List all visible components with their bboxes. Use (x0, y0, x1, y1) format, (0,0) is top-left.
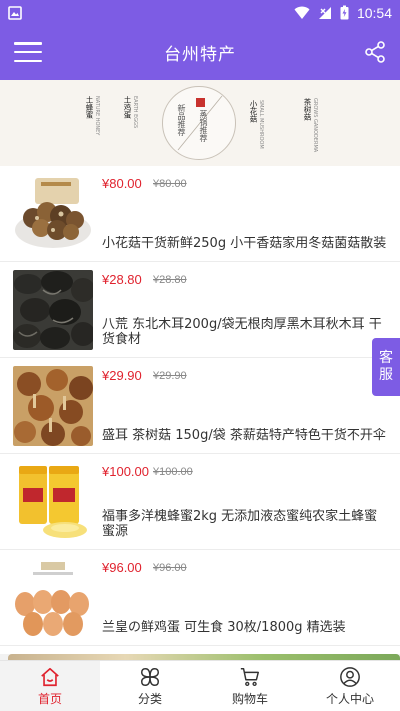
menu-button[interactable] (14, 40, 42, 64)
page-title: 台州特产 (164, 45, 236, 65)
product-name: 兰皇の鲜鸡蛋 可生食 30枚/1800g 精选装 (102, 620, 346, 635)
product-image (13, 174, 93, 254)
category-icon (141, 667, 159, 686)
product-image (13, 366, 93, 446)
product-original-price: ¥80.00 (153, 178, 187, 190)
tab-category[interactable]: 分类 (100, 661, 200, 711)
service-label-1: 客 (379, 350, 393, 366)
cart-icon (240, 667, 259, 686)
tab-profile[interactable]: 个人中心 (300, 661, 400, 711)
product-image (13, 270, 93, 350)
banner-label-steamer: 蒸锅推荐 (199, 110, 208, 142)
product-price: ¥100.00 (102, 464, 149, 479)
banner-sub-egg: EARTH EGGS (132, 96, 138, 129)
tab-home-label: 首页 (37, 691, 62, 706)
product-image (13, 462, 93, 542)
menu-icon (14, 42, 42, 45)
product-item[interactable]: ¥80.00 ¥80.00 小花菇干货新鲜250g 小干香菇家用冬菇菌菇散装 (0, 166, 400, 262)
tab-cart[interactable]: 购物车 (200, 661, 300, 711)
app-bar: 台州特产 (0, 25, 400, 80)
product-item[interactable]: ¥28.80 ¥28.80 八荒 东北木耳200g/袋无根肉厚黑木耳秋木耳 干货… (0, 262, 400, 358)
product-item[interactable]: ¥100.00 ¥100.00 福事多洋槐蜂蜜2kg 无添加液态蜜纯农家土蜂蜜 … (0, 454, 400, 550)
product-price: ¥96.00 (102, 560, 142, 575)
wifi-icon (294, 6, 310, 19)
banner-sub-tea-mushroom: GROWS GANODERMA (312, 98, 318, 153)
status-time: 10:54 (356, 4, 392, 21)
battery-icon (340, 5, 349, 20)
share-icon[interactable] (362, 39, 388, 65)
product-original-price: ¥100.00 (153, 466, 193, 478)
product-original-price: ¥28.80 (153, 274, 187, 286)
user-icon (340, 666, 360, 687)
banner-sub-mushroom: SMALL MUSHROOM (258, 100, 264, 149)
product-price: ¥29.90 (102, 368, 142, 383)
category-banner[interactable]: 土蜂蜜 NATURE HONEY 土鸡蛋 EARTH EGGS 新品推荐 蒸锅推… (0, 80, 400, 166)
home-icon (41, 667, 59, 686)
banner-sub-honey: NATURE HONEY (94, 96, 100, 136)
product-original-price: ¥96.00 (153, 562, 187, 574)
tab-profile-label: 个人中心 (325, 691, 374, 706)
tab-home[interactable]: 首页 (0, 661, 100, 711)
product-item[interactable]: ¥29.90 ¥29.90 盛耳 茶树菇 150g/袋 茶薪菇特产特色干货不开伞 (0, 358, 400, 454)
bottom-tab-bar: 首页 分类 购物车 个人中心 (0, 660, 400, 711)
service-label-2: 服 (379, 367, 393, 383)
product-name: 盛耳 茶树菇 150g/袋 茶薪菇特产特色干货不开伞 (102, 428, 386, 443)
tab-cart-label: 购物车 (231, 691, 268, 706)
product-price: ¥28.80 (102, 272, 142, 287)
status-bar: 10:54 (0, 0, 400, 25)
product-image (13, 558, 93, 638)
customer-service-button[interactable]: 客 服 (372, 338, 400, 396)
product-name: 小花菇干货新鲜250g 小干香菇家用冬菇菌菇散装 (102, 236, 387, 251)
tab-category-label: 分类 (137, 691, 162, 706)
signal-icon (318, 6, 331, 19)
product-list: ¥80.00 ¥80.00 小花菇干货新鲜250g 小干香菇家用冬菇菌菇散装 ¥… (0, 166, 400, 654)
product-name: 八荒 东北木耳200g/袋无根肉厚黑木耳秋木耳 干货食材 (102, 317, 382, 347)
gallery-notification-icon (8, 5, 22, 20)
product-name: 福事多洋槐蜂蜜2kg 无添加液态蜜纯农家土蜂蜜 蜜源 (102, 509, 382, 539)
product-price: ¥80.00 (102, 176, 142, 191)
product-item[interactable]: ¥96.00 ¥96.00 兰皇の鲜鸡蛋 可生食 30枚/1800g 精选装 (0, 550, 400, 646)
product-original-price: ¥29.90 (153, 370, 187, 382)
